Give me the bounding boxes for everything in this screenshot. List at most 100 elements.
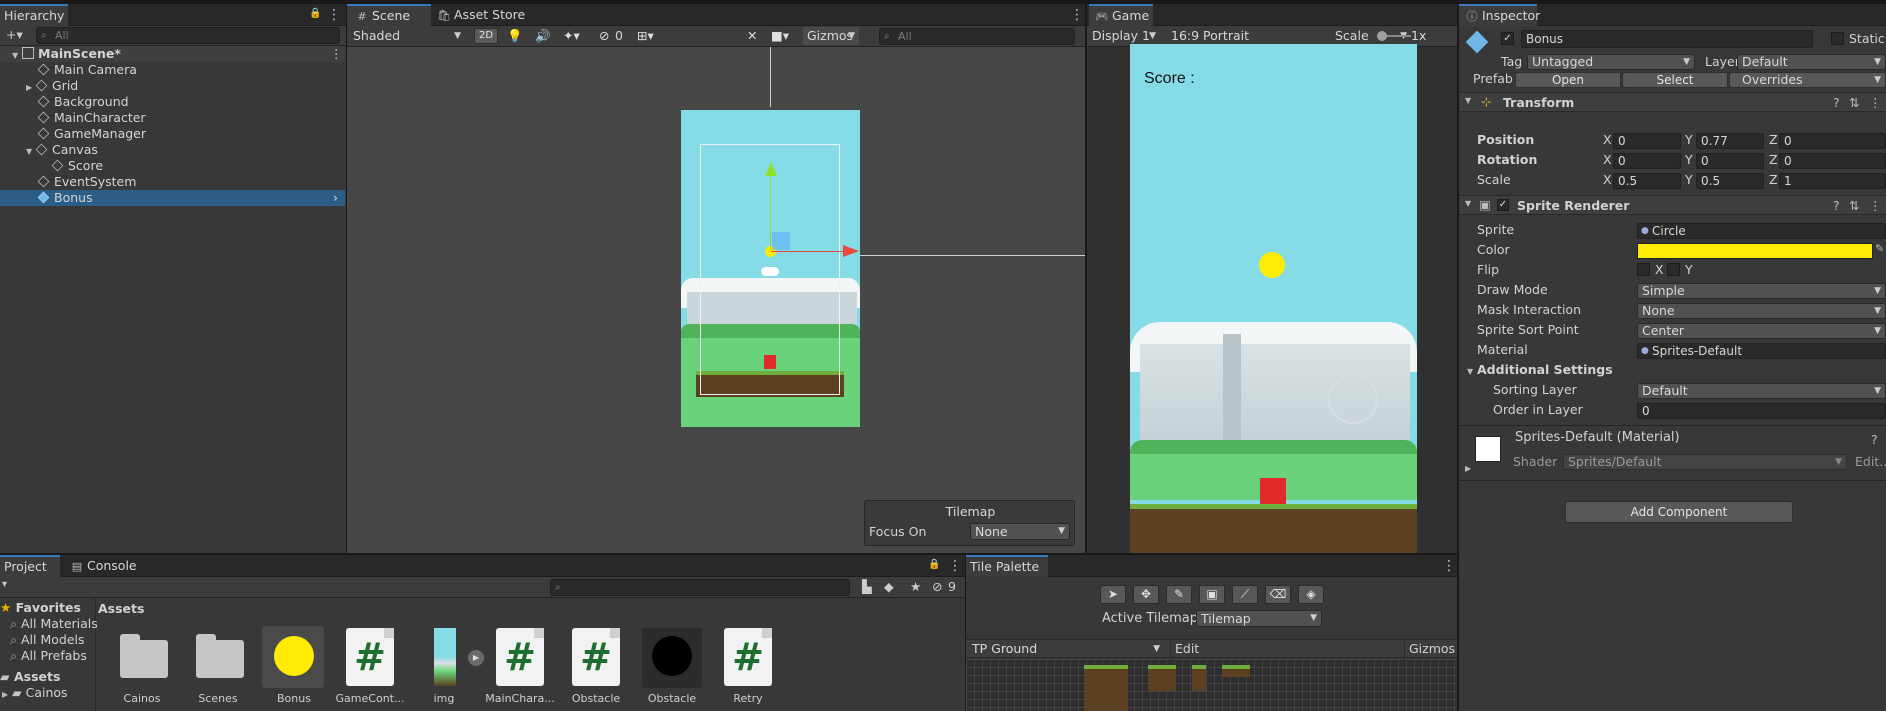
color-swatch[interactable] [1637,243,1873,259]
sprite-renderer-header[interactable]: ▼ ▣ ✓ Sprite Renderer ? ⇅ ⋮ [1459,195,1886,215]
shader-edit-button[interactable]: Edit... [1855,454,1886,470]
foldout-arrow-icon[interactable]: ▼ [1467,364,1477,380]
add-icon[interactable]: ▾ [2,579,7,590]
transform-header[interactable]: ▼ ⊹ Transform ? ⇅ ⋮ [1459,92,1886,112]
object-name-field[interactable]: Bonus [1521,30,1813,48]
position-z-field[interactable]: 0 [1779,133,1886,149]
scale-x-field[interactable]: 0.5 [1613,173,1681,189]
tag-dropdown[interactable]: Untagged ▼ [1527,54,1695,70]
more-options-icon[interactable]: ⋮ [1442,557,1456,575]
move-gizmo-y-axis[interactable] [770,170,771,250]
shading-dropdown[interactable]: Shaded ▼ [349,27,465,45]
layer-dropdown[interactable]: Default ▼ [1737,54,1886,70]
flip-x-checkbox[interactable] [1637,263,1650,276]
hierarchy-item-grid[interactable]: ▶ Grid [0,78,345,94]
add-icon[interactable]: +▾ [6,27,23,42]
palette-grid[interactable] [966,659,1457,711]
scene-viewport[interactable]: Tilemap Focus On None ▼ [347,47,1085,553]
move-tool-button[interactable]: ✥ [1133,585,1159,604]
prefab-overrides-dropdown[interactable]: Overrides ▼ [1729,72,1886,88]
draw-mode-dropdown[interactable]: Simple ▼ [1637,283,1886,299]
mask-interaction-dropdown[interactable]: None ▼ [1637,303,1886,319]
hierarchy-item-canvas[interactable]: ▼ Canvas [0,142,345,158]
lock-icon[interactable]: 🔒 [309,7,321,19]
paint-tool-button[interactable]: ✎ [1166,585,1192,604]
preset-icon[interactable]: ⇅ [1849,198,1859,213]
position-y-axis[interactable]: Y [1685,132,1693,148]
lighting-icon[interactable]: 💡 [507,28,523,44]
favorites-label[interactable]: ★ Favorites [0,600,81,616]
scale-z-axis[interactable]: Z [1769,172,1778,188]
hierarchy-item-score[interactable]: Score [0,158,345,174]
foldout-arrow-icon[interactable]: ▼ [1465,96,1475,105]
scale-slider-thumb[interactable] [1377,31,1387,41]
rotation-y-axis[interactable]: Y [1685,152,1693,168]
picker-tool-button[interactable]: ⟋ [1232,585,1258,604]
position-y-field[interactable]: 0.77 [1696,133,1764,149]
fill-tool-button[interactable]: ◈ [1298,585,1324,604]
material-field[interactable]: ● Sprites-Default [1637,343,1886,359]
rotation-z-field[interactable]: 0 [1779,153,1886,169]
flip-y-checkbox[interactable] [1667,263,1680,276]
hidden-packages-icon[interactable]: ⊘ [932,579,942,594]
display-dropdown[interactable]: Display 1 ▼ [1088,27,1160,45]
position-z-axis[interactable]: Z [1769,132,1778,148]
hierarchy-item-bonus[interactable]: Bonus › [0,190,345,206]
prefab-select-button[interactable]: Select [1622,72,1728,88]
aspect-dropdown[interactable]: 16:9 Portrait▼ [1167,27,1411,45]
preset-icon[interactable]: ⇅ [1849,95,1859,110]
gizmos-dropdown[interactable]: Gizmos ▼ [803,27,859,45]
expand-sprites-icon[interactable]: ▶ [468,650,484,666]
help-icon[interactable]: ? [1871,432,1878,447]
tab-console[interactable]: ▤ Console [66,555,145,577]
tab-game[interactable]: 🎮 Game [1089,4,1153,26]
scale-y-axis[interactable]: Y [1685,172,1693,188]
game-screen[interactable]: Score : [1130,44,1417,553]
audio-icon[interactable]: 🔊 [535,28,551,44]
active-tilemap-dropdown[interactable]: Tilemap ▼ [1196,610,1322,627]
palette-dropdown[interactable]: TP Ground ▼ [968,640,1164,658]
position-x-axis[interactable]: X [1603,132,1612,148]
eraser-tool-button[interactable]: ⌫ [1265,585,1291,604]
move-gizmo-plane-handle[interactable] [772,232,790,250]
sorting-layer-dropdown[interactable]: Default ▼ [1637,383,1886,399]
scale-z-field[interactable]: 1 [1779,173,1886,189]
hierarchy-item-event-system[interactable]: EventSystem [0,174,345,190]
toggle-2d-button[interactable]: 2D [474,28,498,44]
effects-icon[interactable]: ✦▾ [563,28,580,43]
position-x-field[interactable]: 0 [1613,133,1681,149]
favorite-all-models[interactable]: ⌕ All Models [10,632,85,648]
foldout-arrow-icon[interactable]: ▼ [1465,199,1475,208]
move-gizmo-x-axis[interactable] [771,251,846,252]
additional-settings-label[interactable]: ▼ Additional Settings [1467,362,1613,380]
static-checkbox[interactable] [1831,32,1844,45]
foldout-arrow-icon[interactable]: ▶ [1465,464,1475,473]
hierarchy-item-background[interactable]: Background [0,94,345,110]
eyedropper-icon[interactable]: ✎ [1875,242,1884,255]
lock-icon[interactable]: 🔒 [928,558,940,570]
tab-scene[interactable]: # Scene [347,4,431,26]
sprite-renderer-enabled-checkbox[interactable]: ✓ [1497,199,1509,211]
hierarchy-item-main-camera[interactable]: Main Camera [0,62,345,78]
tab-inspector[interactable]: ⓘ Inspector [1459,4,1540,26]
shader-dropdown[interactable]: Sprites/Default ▼ [1563,454,1847,470]
move-gizmo-x-arrow-icon[interactable] [843,245,859,257]
tab-tile-palette[interactable]: Tile Palette [966,555,1048,577]
sprite-sort-point-dropdown[interactable]: Center ▼ [1637,323,1886,339]
favorite-all-prefabs[interactable]: ⌕ All Prefabs [10,648,87,664]
more-options-icon[interactable]: ⋮ [948,557,962,575]
hierarchy-item-game-manager[interactable]: GameManager [0,126,345,142]
filter-label-icon[interactable]: ◆ [884,579,894,594]
scene-row[interactable]: ▼ MainScene* ⋮ [0,46,345,62]
camera-icon[interactable]: ■▾ [771,28,789,43]
sprite-field[interactable]: ● Circle [1637,223,1886,239]
scene-search-input[interactable]: ⌕ All [879,28,1075,45]
more-options-icon[interactable]: ⋮ [1070,6,1084,24]
filter-type-icon[interactable]: ▙ [862,579,872,594]
tree-item-cainos[interactable]: ▶ ▰ Cainos [2,685,68,703]
assets-root-item[interactable]: ▰ Assets [0,669,60,685]
palette-edit-button[interactable]: Edit [1170,641,1199,657]
scale-y-field[interactable]: 0.5 [1696,173,1764,189]
scale-slider[interactable] [1377,31,1411,41]
select-tool-button[interactable]: ➤ [1100,585,1126,604]
